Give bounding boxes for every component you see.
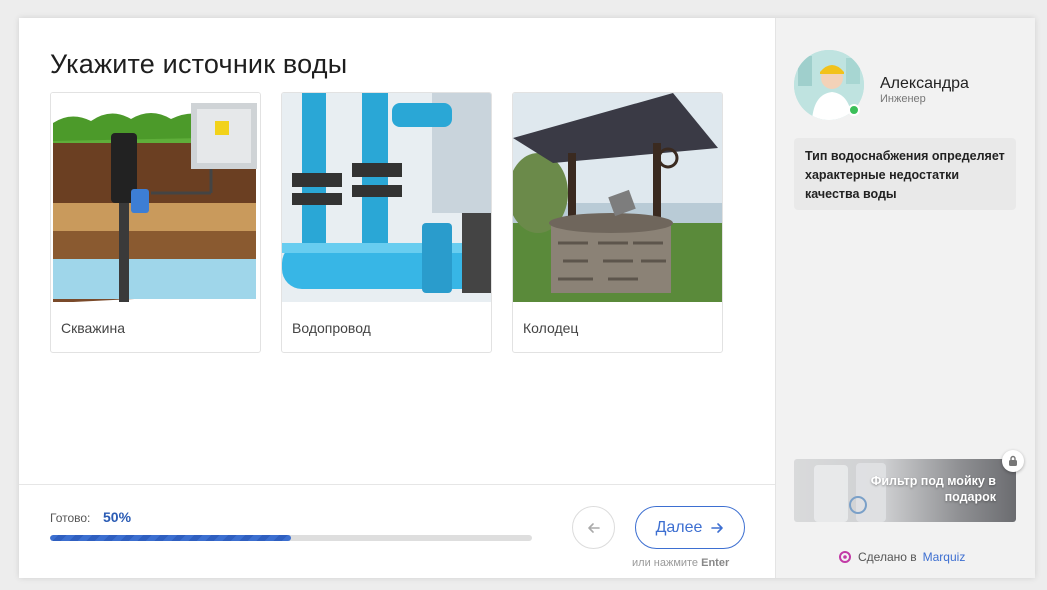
assistant-role: Инженер xyxy=(880,93,926,105)
online-status-indicator xyxy=(848,104,860,116)
option-card-borehole[interactable]: Скважина xyxy=(50,92,261,353)
quiz-main-panel: Укажите источник воды Скважина Водопрово… xyxy=(19,18,775,578)
option-card-water-supply[interactable]: Водопровод xyxy=(281,92,492,353)
well-image xyxy=(513,93,722,302)
assistant-sidebar: Александра Инженер Тип водоснабжения опр… xyxy=(775,18,1035,578)
quiz-footer: Готово: 50% Далее или нажмите Enter xyxy=(19,484,775,578)
bonus-text: Фильтр под мойку в подарок xyxy=(870,474,996,504)
option-card-well[interactable]: Колодец xyxy=(512,92,723,353)
made-by-footer: Сделано в Marquiz xyxy=(838,550,965,564)
lock-icon xyxy=(1009,455,1017,466)
progress-bar xyxy=(50,535,532,541)
arrow-right-icon xyxy=(711,522,724,533)
marquiz-link[interactable]: Marquiz xyxy=(923,550,966,564)
option-label: Скважина xyxy=(61,320,126,336)
progress-label: Готово: xyxy=(50,511,91,525)
borehole-image xyxy=(51,93,260,302)
hint-text: или нажмите xyxy=(632,557,699,569)
enter-hint: или нажмите Enter xyxy=(632,557,729,569)
next-button[interactable]: Далее xyxy=(635,506,745,549)
arrow-left-icon xyxy=(587,522,600,533)
assistant-name: Александра xyxy=(880,75,969,92)
water-pipes-image xyxy=(282,93,491,302)
made-by-text: Сделано в xyxy=(858,550,917,564)
option-label: Водопровод xyxy=(292,320,371,336)
question-title: Укажите источник воды xyxy=(50,49,348,79)
assistant-message: Тип водоснабжения определяет характерные… xyxy=(794,138,1016,210)
back-button[interactable] xyxy=(572,506,615,549)
next-button-label: Далее xyxy=(655,518,703,536)
bonus-banner: Фильтр под мойку в подарок xyxy=(794,459,1016,522)
progress-bar-fill xyxy=(50,535,291,541)
quiz-window: Укажите источник воды Скважина Водопрово… xyxy=(19,18,1035,578)
lock-badge xyxy=(1002,450,1024,472)
option-label: Колодец xyxy=(523,320,579,336)
hint-key: Enter xyxy=(701,557,730,569)
marquiz-logo-icon xyxy=(839,551,851,563)
progress-value: 50% xyxy=(103,509,132,525)
